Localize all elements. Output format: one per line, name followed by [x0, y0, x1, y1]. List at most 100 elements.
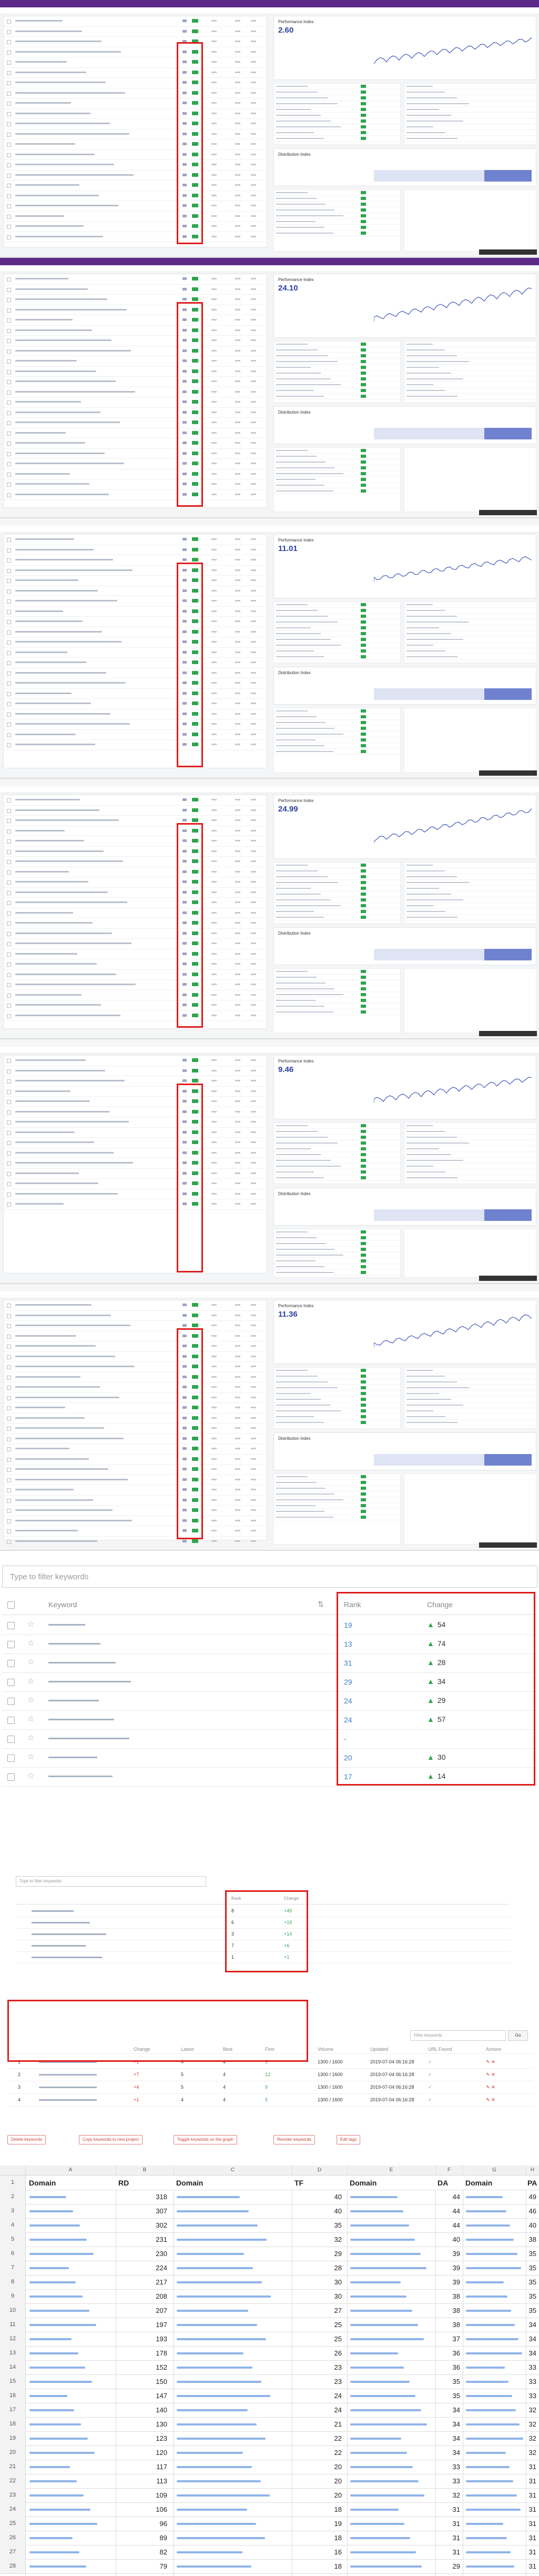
domain-link[interactable] [350, 2381, 410, 2383]
row-checkbox[interactable] [7, 1698, 15, 1705]
row-checkbox[interactable] [7, 390, 11, 395]
row-checkbox[interactable] [7, 1488, 11, 1492]
keyword-row[interactable] [4, 867, 267, 877]
domain-link[interactable] [466, 2395, 512, 2397]
domain-link[interactable] [29, 2409, 74, 2411]
keyword-row[interactable] [4, 689, 267, 699]
select-all-checkbox[interactable] [7, 1601, 15, 1609]
row-checkbox[interactable] [7, 1304, 11, 1308]
actions-icons[interactable]: ✎ ✕ [486, 2084, 495, 2090]
star-icon[interactable]: ☆ [27, 1771, 34, 1780]
keyword-row[interactable] [4, 295, 267, 305]
keyword-row[interactable] [4, 596, 267, 607]
keyword-row[interactable] [4, 78, 267, 88]
row-checkbox[interactable] [7, 1498, 11, 1503]
domain-link[interactable] [29, 2310, 89, 2312]
domain-link[interactable] [466, 2352, 522, 2354]
keyword-row[interactable] [4, 1189, 267, 1199]
keyword-row[interactable] [4, 1403, 267, 1414]
action-button[interactable]: Reorder keywords [273, 2135, 315, 2144]
keyword-row[interactable] [4, 668, 267, 678]
keyword-row[interactable] [4, 150, 267, 160]
row-checkbox[interactable] [7, 61, 11, 65]
domain-link[interactable] [466, 2338, 518, 2340]
row-checkbox[interactable] [7, 870, 11, 875]
keyword-row[interactable] [4, 181, 267, 191]
row-checkbox[interactable] [7, 225, 11, 229]
keyword-row[interactable] [4, 816, 267, 826]
row-checkbox[interactable] [7, 942, 11, 946]
keyword-row[interactable] [4, 566, 267, 576]
row-checkbox[interactable] [7, 1457, 11, 1462]
domain-link[interactable] [177, 2381, 261, 2383]
domain-link[interactable] [177, 2551, 242, 2553]
domain-link[interactable] [350, 2296, 406, 2298]
domain-link[interactable] [177, 2494, 270, 2497]
row-checkbox[interactable] [7, 579, 11, 583]
keyword-row[interactable] [4, 274, 267, 285]
row-checkbox[interactable] [7, 462, 11, 466]
keyword-row[interactable] [4, 438, 267, 449]
domain-link[interactable] [29, 2267, 69, 2269]
tracker-filter-input[interactable]: Type to filter keywords [16, 1876, 206, 1887]
row-checkbox[interactable] [7, 1059, 11, 1063]
row-checkbox[interactable] [7, 359, 11, 364]
row-checkbox[interactable] [7, 50, 11, 55]
domain-link[interactable] [29, 2466, 70, 2468]
keyword-row[interactable] [4, 1179, 267, 1189]
row-checkbox[interactable] [7, 153, 11, 157]
domain-link[interactable] [29, 2452, 95, 2454]
domain-link[interactable] [466, 2523, 503, 2525]
domain-link[interactable] [29, 2224, 80, 2227]
row-checkbox[interactable] [7, 483, 11, 487]
keyword-row[interactable] [4, 898, 267, 908]
row-checkbox[interactable] [7, 143, 11, 147]
sheet-header-cell[interactable]: DA [438, 2179, 448, 2187]
keyword-row[interactable] [4, 949, 267, 959]
domain-link[interactable] [350, 2438, 401, 2440]
sheet-col-header[interactable]: E [347, 2166, 436, 2176]
row-checkbox[interactable] [7, 880, 11, 885]
row-checkbox[interactable] [7, 1110, 11, 1115]
row-checkbox[interactable] [7, 112, 11, 116]
keyword-row[interactable] [4, 795, 267, 806]
keyword-row[interactable] [4, 1341, 267, 1352]
sheet-header-cell[interactable]: Domain [350, 2179, 377, 2187]
keyword-row[interactable] [4, 1311, 267, 1321]
row-checkbox[interactable] [7, 921, 11, 926]
row-checkbox[interactable] [7, 1192, 11, 1197]
domain-link[interactable] [466, 2409, 516, 2411]
domain-link[interactable] [29, 2509, 90, 2511]
star-icon[interactable]: ☆ [27, 1695, 34, 1705]
row-checkbox[interactable] [7, 318, 11, 323]
domain-link[interactable] [177, 2438, 266, 2440]
row-checkbox[interactable] [7, 308, 11, 313]
row-checkbox[interactable] [7, 931, 11, 936]
keyword-row[interactable] [4, 1117, 267, 1128]
keyword-row[interactable] [4, 428, 267, 438]
domain-link[interactable] [177, 2310, 248, 2312]
keyword-filter-input[interactable]: Type to filter keywords [2, 1566, 537, 1588]
domain-link[interactable] [350, 2324, 418, 2326]
keyword-row[interactable] [4, 535, 267, 545]
keyword-row[interactable] [4, 47, 267, 57]
action-button[interactable]: Edit tags [337, 2135, 361, 2144]
url-found-icon[interactable]: ✓ [428, 2072, 432, 2078]
row-checkbox[interactable] [7, 702, 11, 706]
domain-link[interactable] [466, 2310, 511, 2312]
row-checkbox[interactable] [7, 339, 11, 343]
row-checkbox[interactable] [7, 298, 11, 302]
keyword-row[interactable] [4, 212, 267, 222]
row-checkbox[interactable] [7, 911, 11, 916]
row-checkbox[interactable] [7, 1717, 15, 1724]
keyword-row[interactable] [4, 1331, 267, 1341]
row-checkbox[interactable] [7, 1773, 15, 1781]
keyword-row[interactable] [4, 555, 267, 566]
keyword-row[interactable] [4, 418, 267, 428]
keyword-row[interactable] [4, 1444, 267, 1455]
domain-link[interactable] [466, 2537, 507, 2539]
sheet-col-header[interactable]: F [435, 2166, 463, 2176]
keyword-row[interactable] [4, 888, 267, 898]
row-checkbox[interactable] [7, 1539, 11, 1544]
domain-link[interactable] [350, 2281, 401, 2283]
